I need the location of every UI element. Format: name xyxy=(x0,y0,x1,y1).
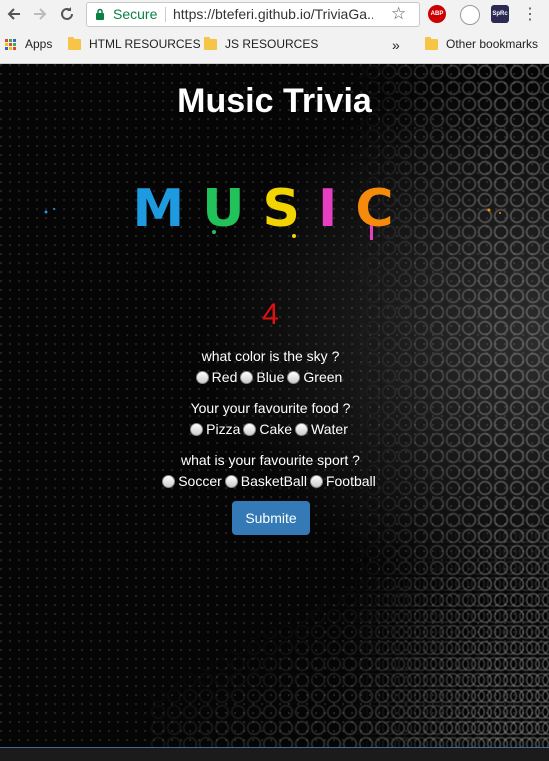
option-label: Football xyxy=(325,473,376,489)
question-text: what is your favourite sport ? xyxy=(181,452,360,468)
option-label: Water xyxy=(311,421,348,437)
reload-button[interactable] xyxy=(55,2,79,26)
forward-button[interactable] xyxy=(28,2,52,26)
radio-option[interactable] xyxy=(309,474,323,488)
radio-option[interactable] xyxy=(162,474,176,488)
bookmark-label: HTML RESOURCES xyxy=(89,37,201,51)
option-label: Cake xyxy=(259,421,293,437)
adblock-extension-icon[interactable]: ABP xyxy=(428,5,446,23)
bookmark-star-icon[interactable]: ☆ xyxy=(391,4,406,24)
logo-letter: C xyxy=(355,182,411,239)
question-text: what color is the sky ? xyxy=(201,348,340,364)
submit-button[interactable]: Submite xyxy=(232,501,310,535)
omnibox-divider xyxy=(165,7,166,22)
radio-option[interactable] xyxy=(190,422,204,436)
back-button[interactable] xyxy=(2,2,26,26)
secure-label: Secure xyxy=(113,6,158,22)
folder-icon xyxy=(68,36,81,50)
apps-grid-icon xyxy=(5,38,16,50)
bookmarks-bar: Apps HTML RESOURCES JS RESOURCES » Other… xyxy=(0,30,549,60)
bottom-strip xyxy=(0,747,549,761)
reload-icon xyxy=(61,7,73,20)
radio-option[interactable] xyxy=(295,422,309,436)
forward-arrow-icon xyxy=(34,8,47,20)
radio-option[interactable] xyxy=(243,422,257,436)
bookmark-apps[interactable]: Apps xyxy=(5,37,52,51)
lock-icon xyxy=(96,8,104,20)
answer-options: Red Blue Green xyxy=(0,369,541,385)
logo-letter: U xyxy=(202,182,262,239)
countdown-timer: 4 xyxy=(262,298,279,331)
music-logo: MUSIC xyxy=(44,182,501,240)
bookmark-js-resources[interactable]: JS RESOURCES xyxy=(204,36,319,51)
logo-letter: M xyxy=(133,182,203,239)
sprc-extension-icon[interactable]: SpRc xyxy=(491,5,509,23)
folder-icon xyxy=(204,36,217,50)
speaker-mesh-background xyxy=(150,528,549,748)
logo-text: MUSIC xyxy=(133,182,412,239)
radio-option[interactable] xyxy=(224,474,238,488)
browser-toolbar: Secure https://bteferi.github.io/TriviaG… xyxy=(0,0,549,29)
url-text[interactable]: https://bteferi.github.io/TriviaGa... xyxy=(173,6,373,22)
option-label: Green xyxy=(303,369,343,385)
option-label: BasketBall xyxy=(240,473,307,489)
radio-option[interactable] xyxy=(240,370,254,384)
option-label: Red xyxy=(211,369,238,385)
menu-kebab-icon[interactable]: ⋮ xyxy=(518,2,542,26)
page-title: Music Trivia xyxy=(177,82,372,120)
address-bar[interactable]: Secure https://bteferi.github.io/TriviaG… xyxy=(86,2,420,27)
answer-options: Soccer BasketBall Football xyxy=(0,473,541,489)
radio-option[interactable] xyxy=(287,370,301,384)
bookmark-label: Other bookmarks xyxy=(446,37,539,51)
logo-letter: S xyxy=(263,182,318,239)
bookmarks-overflow[interactable]: » xyxy=(392,37,400,53)
option-label: Soccer xyxy=(178,473,222,489)
option-label: Blue xyxy=(256,369,285,385)
bookmark-html-resources[interactable]: HTML RESOURCES xyxy=(68,36,201,51)
folder-icon xyxy=(425,36,438,50)
extension-icon[interactable] xyxy=(460,5,480,25)
bookmark-label: Apps xyxy=(25,37,53,51)
question-text: Your your favourite food ? xyxy=(190,400,351,416)
back-arrow-icon xyxy=(7,8,20,20)
option-label: Pizza xyxy=(206,421,241,437)
logo-letter: I xyxy=(318,182,355,239)
answer-options: Pizza Cake Water xyxy=(0,421,541,437)
bookmark-label: JS RESOURCES xyxy=(225,37,319,51)
bookmark-other[interactable]: Other bookmarks xyxy=(425,36,539,51)
browser-chrome: Secure https://bteferi.github.io/TriviaG… xyxy=(0,0,549,64)
trivia-page: Music Trivia MUSIC 4 what color is the s… xyxy=(0,64,549,748)
radio-option[interactable] xyxy=(195,370,209,384)
